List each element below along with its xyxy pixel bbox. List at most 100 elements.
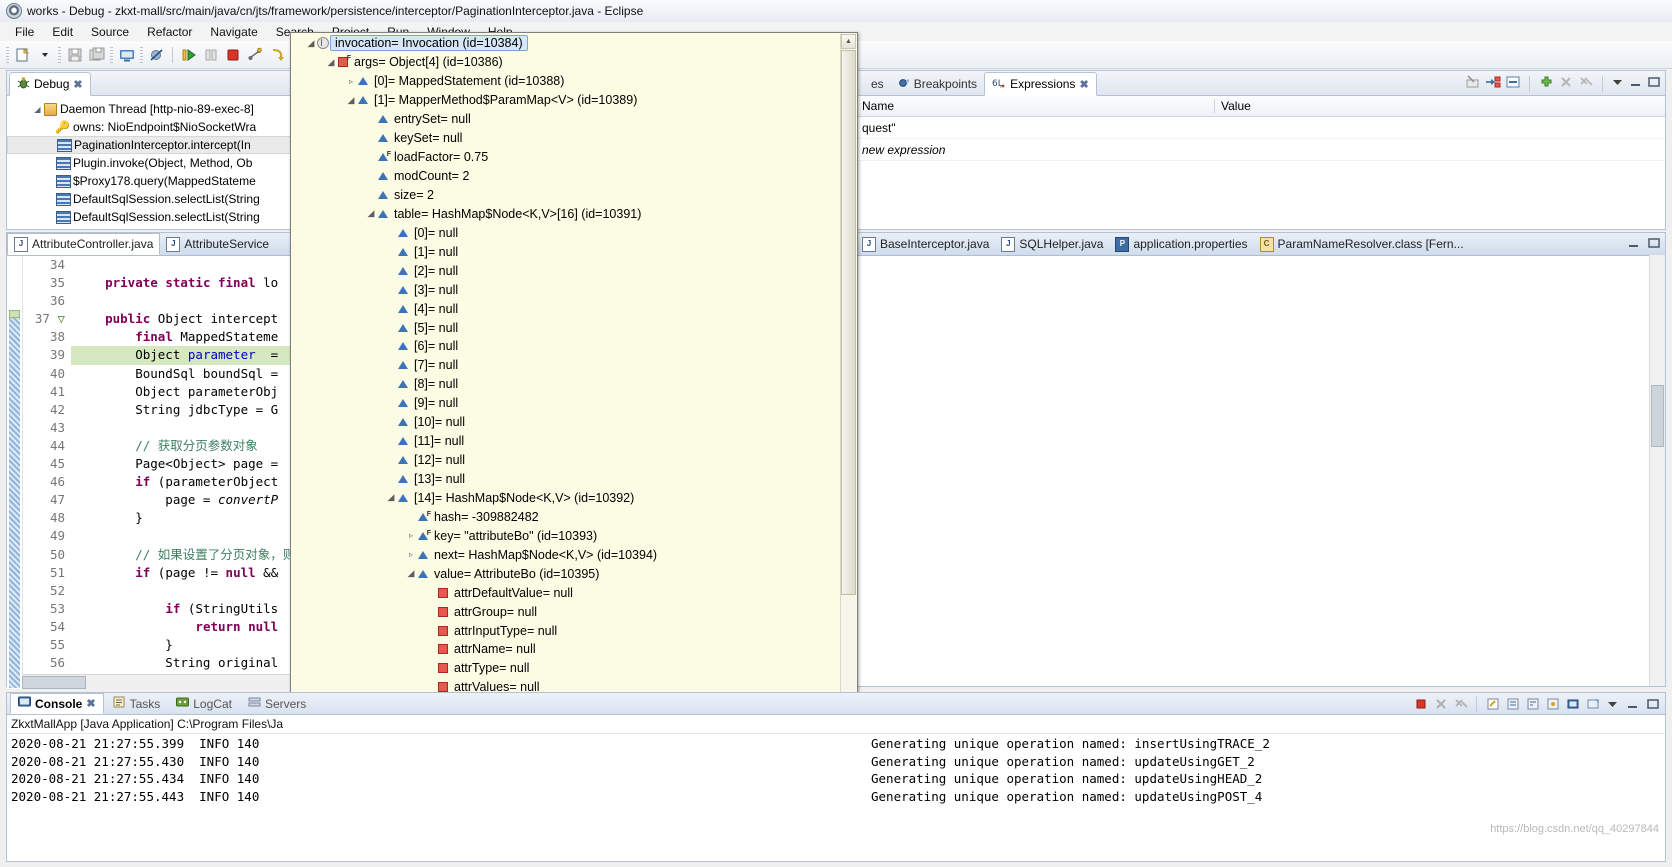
remove-all-terminated-icon[interactable] xyxy=(1452,695,1469,712)
code-line[interactable]: return null xyxy=(71,618,293,636)
popup-tree-row[interactable]: [0]= null xyxy=(292,223,841,242)
popup-tree-row[interactable]: [4]= null xyxy=(292,299,841,318)
popup-tree-row[interactable]: [13]= null xyxy=(292,470,841,489)
popup-tree-row[interactable]: [1]= MapperMethod$ParamMap<V> (id=10389) xyxy=(292,91,841,110)
scroll-lock-icon[interactable] xyxy=(1504,695,1521,712)
debug-stack-row[interactable]: 🔑 owns: NioEndpoint$NioSocketWra xyxy=(7,118,293,136)
close-icon[interactable]: ✖ xyxy=(86,697,95,710)
popup-tree-row[interactable]: value= AttributeBo (id=10395) xyxy=(292,564,841,583)
code-line[interactable]: page = convertP xyxy=(71,491,293,509)
open-console-icon[interactable] xyxy=(1584,695,1601,712)
toolbar-grip[interactable] xyxy=(6,46,9,63)
popup-tree-row[interactable]: [12]= null xyxy=(292,451,841,470)
code-line[interactable] xyxy=(71,256,293,274)
tab-debug[interactable]: Debug ✖ xyxy=(9,72,91,96)
popup-tree-row[interactable]: [0]= MappedStatement (id=10388) xyxy=(292,72,841,91)
console-output-left[interactable]: 2020-08-21 21:27:55.399 INFO 140 2020-08-… xyxy=(7,734,1665,806)
tab-servers[interactable]: Servers xyxy=(241,694,313,713)
column-header-name[interactable]: Name xyxy=(856,99,1214,113)
minimize-icon[interactable] xyxy=(1624,695,1641,712)
code-line[interactable]: String original xyxy=(71,654,293,672)
popup-tree-row[interactable]: [1]= null xyxy=(292,242,841,261)
new-button[interactable] xyxy=(12,44,33,65)
code-line[interactable]: final MappedStateme xyxy=(71,328,293,346)
popup-tree-row[interactable]: [10]= null xyxy=(292,413,841,432)
expression-row[interactable]: quest" xyxy=(856,117,1665,139)
maximize-icon[interactable] xyxy=(1647,236,1661,253)
terminate-button[interactable] xyxy=(222,44,243,65)
cut-watch-icon[interactable] xyxy=(1465,74,1481,93)
tab-variables[interactable]: es xyxy=(860,73,891,95)
popup-tree-row[interactable]: keySet= null xyxy=(292,129,841,148)
editor-tab-baseinterceptor[interactable]: J BaseInterceptor.java xyxy=(856,234,995,254)
debug-stack-row[interactable]: PaginationInterceptor.intercept(In xyxy=(7,136,293,154)
popup-tree-row[interactable]: attrInputType= null xyxy=(292,621,841,640)
debug-stack-row[interactable]: Plugin.invoke(Object, Method, Ob xyxy=(7,154,293,172)
code-lines[interactable]: private static final lo public Object in… xyxy=(71,256,293,689)
view-menu-icon[interactable] xyxy=(1611,75,1625,92)
debug-stack-row[interactable]: $Proxy178.query(MappedStateme xyxy=(7,172,293,190)
popup-tree-row[interactable]: [2]= null xyxy=(292,261,841,280)
popup-tree-row[interactable]: next= HashMap$Node<K,V> (id=10394) xyxy=(292,545,841,564)
folding-collapse-icon[interactable]: ▽ xyxy=(57,311,65,326)
code-line[interactable] xyxy=(71,582,293,600)
column-header-value[interactable]: Value xyxy=(1214,99,1665,113)
scroll-up-arrow-icon[interactable]: ▲ xyxy=(841,34,856,49)
maximize-icon[interactable] xyxy=(1644,695,1661,712)
popup-tree[interactable]: invocation= Invocation (id=10384) F args… xyxy=(292,34,841,788)
popup-tree-row[interactable]: [3]= null xyxy=(292,280,841,299)
code-line[interactable]: Page<Object> page = xyxy=(71,455,293,473)
popup-tree-row[interactable]: F hash= -309882482 xyxy=(292,507,841,526)
popup-tree-row[interactable]: entrySet= null xyxy=(292,110,841,129)
menu-item-navigate[interactable]: Navigate xyxy=(201,24,266,40)
remove-launch-icon[interactable] xyxy=(1432,695,1449,712)
code-line[interactable]: public Object intercept xyxy=(71,310,293,328)
expression-row[interactable]: new expression xyxy=(856,139,1665,161)
code-line[interactable]: // 获取分页参数对象 xyxy=(71,437,293,455)
tab-tasks[interactable]: Tasks xyxy=(106,694,168,713)
editor-tab-attributecontroller[interactable]: J AttributeController.java xyxy=(7,233,161,255)
editor-hscroll-thumb[interactable] xyxy=(22,676,86,689)
popup-tree-row[interactable]: F loadFactor= 0.75 xyxy=(292,148,841,167)
toggle-console-button[interactable] xyxy=(116,44,137,65)
editor-horizontal-scrollbar[interactable] xyxy=(22,674,293,689)
expression-name[interactable]: quest" xyxy=(856,121,1214,135)
debug-stack-row[interactable]: DefaultSqlSession.selectList(String xyxy=(7,190,293,208)
popup-tree-row[interactable]: F key= "attributeBo" (id=10393) xyxy=(292,526,841,545)
expander-open-icon[interactable] xyxy=(406,568,416,579)
code-line[interactable]: // 如果设置了分页对象，则进 xyxy=(71,546,293,564)
code-line[interactable]: if (page != null && xyxy=(71,564,293,582)
debug-stack-row[interactable]: ◢ Daemon Thread [http-nio-89-exec-8] xyxy=(7,100,293,118)
toolbar-grip-2[interactable] xyxy=(58,46,61,63)
collapse-all-icon[interactable] xyxy=(1505,74,1521,93)
expander-open-icon[interactable] xyxy=(306,38,316,49)
remove-expression-icon[interactable] xyxy=(1558,74,1574,93)
terminate-icon[interactable] xyxy=(1412,695,1429,712)
display-selected-console-icon[interactable] xyxy=(1564,695,1581,712)
menu-item-refactor[interactable]: Refactor xyxy=(138,24,201,40)
code-line[interactable]: String jdbcType = G xyxy=(71,401,293,419)
word-wrap-icon[interactable] xyxy=(1524,695,1541,712)
pin-console-icon[interactable] xyxy=(1544,695,1561,712)
toolbar-grip-3[interactable] xyxy=(110,46,113,63)
popup-tree-row[interactable]: table= HashMap$Node<K,V>[16] (id=10391) xyxy=(292,204,841,223)
toolbar-grip-4[interactable] xyxy=(140,46,143,63)
expander-closed-icon[interactable] xyxy=(406,550,416,559)
expressions-rows[interactable]: quest" new expression xyxy=(856,117,1665,161)
close-icon[interactable]: ✖ xyxy=(1079,78,1088,91)
code-line[interactable]: if (parameterObject xyxy=(71,473,293,491)
console-output-right[interactable]: Generating unique operation named: inser… xyxy=(867,734,1274,806)
popup-tree-row[interactable]: [8]= null xyxy=(292,375,841,394)
clear-console-icon[interactable] xyxy=(1484,695,1501,712)
popup-tree-row[interactable]: attrName= null xyxy=(292,640,841,659)
code-line[interactable]: } xyxy=(71,636,293,654)
tab-breakpoints[interactable]: Breakpoints xyxy=(891,73,984,95)
code-line[interactable]: } xyxy=(71,509,293,527)
close-icon[interactable]: ✖ xyxy=(73,78,82,91)
code-line[interactable] xyxy=(71,527,293,545)
tab-logcat[interactable]: LogCat xyxy=(169,694,239,713)
popup-tree-row[interactable]: [14]= HashMap$Node<K,V> (id=10392) xyxy=(292,489,841,508)
popup-tree-row[interactable]: size= 2 xyxy=(292,186,841,205)
code-line[interactable]: Object parameterObj xyxy=(71,383,293,401)
editor-tab-attributeservice[interactable]: J AttributeService xyxy=(160,234,275,254)
